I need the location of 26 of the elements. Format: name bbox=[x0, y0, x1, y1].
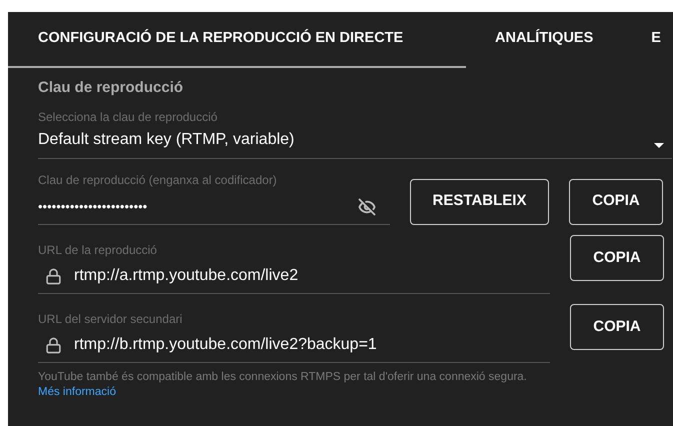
tab[interactable]: ANALÍTIQUES bbox=[466, 12, 622, 68]
field-value: rtmp://a.rtmp.youtube.com/live2 bbox=[74, 266, 298, 286]
reset-button[interactable]: RESTABLEIX bbox=[410, 178, 549, 224]
tab[interactable]: CONFIGURACIÓ DE LA REPRODUCCIÓ EN DIRECTE bbox=[8, 12, 466, 68]
section-title: Clau de reproducció bbox=[38, 78, 184, 98]
eye-off-icon[interactable] bbox=[358, 198, 376, 216]
copy-button[interactable]: COPIA bbox=[570, 235, 664, 281]
stream-key-field[interactable]: Clau de reproducció (enganxa al codificador) •••••••••••••••••••••••• bbox=[38, 170, 390, 225]
copy-button[interactable]: COPIA bbox=[570, 304, 664, 350]
more-info-link[interactable]: Més informació bbox=[38, 385, 116, 400]
info-text: YouTube també és compatible amb les connexions RTMPS per tal d'oferir una connexió segura. bbox=[38, 370, 528, 385]
field-label: Clau de reproducció (enganxa al codificador) bbox=[38, 172, 277, 188]
field-label: URL de la reproducció bbox=[38, 242, 158, 259]
field-value: rtmp://b.rtmp.youtube.com/live2?backup=1 bbox=[74, 335, 377, 355]
dropdown-caret-icon bbox=[654, 142, 664, 148]
field-value: •••••••••••••••••••••••• bbox=[38, 198, 148, 216]
url-field[interactable]: URL de la reproducció rtmp://a.rtmp.youtube.com/live2 bbox=[38, 241, 550, 294]
lock-icon bbox=[45, 268, 62, 284]
field-label: URL del servidor secundari bbox=[38, 311, 184, 328]
tab[interactable]: E bbox=[622, 12, 673, 68]
field-value: Default stream key (RTMP, variable) bbox=[38, 130, 294, 150]
copy-button[interactable]: COPIA bbox=[569, 178, 663, 224]
url-field[interactable]: URL del servidor secundari rtmp://b.rtmp.youtube.com/live2?backup=1 bbox=[38, 310, 550, 363]
stream-key-dropdown[interactable]: Selecciona la clau de reproducció Default stream key (RTMP, variable) bbox=[38, 108, 672, 158]
field-label: Selecciona la clau de reproducció bbox=[38, 108, 218, 126]
lock-icon bbox=[45, 336, 62, 354]
